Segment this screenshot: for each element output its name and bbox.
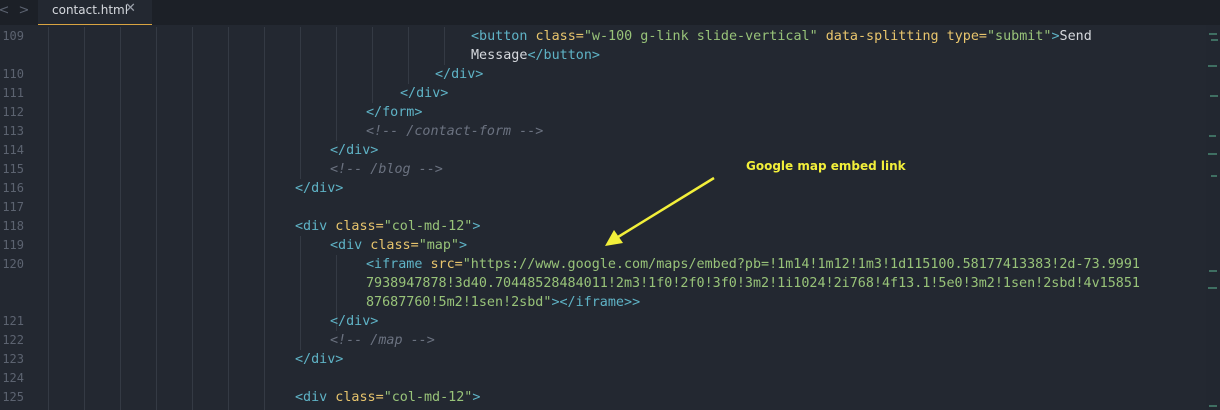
- close-icon[interactable]: ✕: [125, 1, 136, 16]
- code-line-115: <!-- /blog -->: [330, 162, 443, 177]
- code-line-116: </div>: [295, 181, 344, 196]
- line-number: 116: [2, 181, 24, 195]
- line-number: 115: [2, 162, 24, 176]
- code-line-120-wrap: 7938947878!3d40.70448528484011!2m3!1f0!2…: [366, 276, 1140, 291]
- code-line-111: </div>: [400, 86, 449, 101]
- code-token: <div: [295, 219, 328, 234]
- code-line-125: <div class="col-md-12">: [295, 388, 480, 407]
- line-number: 123: [2, 352, 24, 366]
- minimap-mark: [1209, 405, 1217, 407]
- code-token: >: [551, 295, 560, 310]
- indent-guide: [228, 27, 229, 410]
- minimap-mark: [1208, 287, 1217, 289]
- line-number: 113: [2, 124, 24, 138]
- code-token: >: [472, 219, 481, 234]
- line-number: 114: [2, 143, 24, 157]
- code-token: <iframe: [366, 257, 423, 272]
- minimap[interactable]: [1206, 25, 1220, 410]
- minimap-mark: [1211, 175, 1217, 177]
- tab-contact-html[interactable]: contact.html ✕: [38, 0, 152, 25]
- indent-guide: [336, 27, 337, 141]
- code-token: "submit": [986, 29, 1052, 44]
- code-line-118: <div class="col-md-12">: [295, 217, 480, 236]
- line-number: 111: [2, 86, 24, 100]
- minimap-mark: [1209, 33, 1217, 35]
- indent-guide: [372, 27, 373, 103]
- indent-guide: [120, 27, 121, 410]
- code-token: class=: [327, 219, 384, 234]
- code-token: >: [632, 295, 641, 310]
- code-token: "map": [418, 238, 459, 253]
- code-token: class=: [327, 390, 384, 405]
- code-token: >: [472, 390, 481, 405]
- code-token: </button>: [527, 48, 600, 63]
- line-number: 118: [2, 219, 24, 233]
- code-line-114: </div>: [330, 143, 379, 158]
- indent-guide: [300, 27, 301, 179]
- line-number: 121: [2, 314, 24, 328]
- annotation-label: Google map embed link: [746, 159, 906, 173]
- code-token: 87687760!5m2!1sen!2sbd": [366, 295, 552, 310]
- code-line-121: </div>: [330, 314, 379, 329]
- annotation-arrow-icon: [605, 176, 715, 246]
- code-token: </iframe>: [559, 295, 633, 310]
- code-token: "col-md-12": [383, 390, 473, 405]
- nav-forward-icon[interactable]: >: [16, 2, 32, 20]
- code-token: >: [459, 238, 468, 253]
- minimap-mark: [1210, 95, 1218, 97]
- minimap-mark: [1208, 65, 1217, 67]
- line-number: 122: [2, 333, 24, 347]
- line-number: 110: [2, 67, 24, 81]
- code-token: class=: [362, 238, 419, 253]
- indent-guide: [156, 27, 157, 410]
- code-token: "col-md-12": [383, 219, 473, 234]
- code-token: <div: [330, 238, 363, 253]
- code-line-113: <!-- /contact-form -->: [366, 124, 544, 139]
- code-line-112: </form>: [366, 105, 423, 120]
- indent-guide: [444, 27, 445, 65]
- line-number: 124: [2, 371, 24, 385]
- annotation-arrow-head: [605, 230, 623, 246]
- code-token: src=: [422, 257, 463, 272]
- line-number: 120: [2, 257, 24, 271]
- code-line-110: </div>: [435, 67, 484, 82]
- code-line-119: <div class="map">: [330, 236, 467, 255]
- code-line-122: <!-- /map -->: [330, 333, 435, 348]
- indent-guide: [300, 236, 301, 350]
- code-line-120-wrap: 87687760!5m2!1sen!2sbd"></iframe>>: [366, 293, 640, 312]
- line-number: 117: [2, 200, 24, 214]
- code-token: "w-100 g-link slide-vertical": [583, 29, 818, 44]
- minimap-mark: [1209, 135, 1216, 137]
- line-number: 109: [2, 29, 24, 43]
- line-number: 125: [2, 390, 24, 404]
- code-token: class=: [527, 29, 584, 44]
- indent-guide: [264, 27, 265, 410]
- code-token: Message: [471, 48, 528, 63]
- code-token: <button: [471, 29, 528, 44]
- code-token: data-splitting: [817, 29, 939, 44]
- code-line-120: <iframe src="https://www.google.com/maps…: [366, 255, 1140, 274]
- line-number: 112: [2, 105, 24, 119]
- indent-guide: [84, 27, 85, 410]
- code-token: >: [1051, 29, 1060, 44]
- code-token: Send: [1059, 29, 1092, 44]
- minimap-mark: [1209, 270, 1217, 272]
- minimap-mark: [1211, 39, 1218, 41]
- indent-guide: [192, 27, 193, 410]
- indent-guide: [408, 27, 409, 84]
- code-token: type=: [938, 29, 987, 44]
- annotation-arrow-shaft: [617, 176, 715, 239]
- code-line-123: </div>: [295, 352, 344, 367]
- code-token: <div: [295, 390, 328, 405]
- code-token: "https://www.google.com/maps/embed?pb=!1…: [462, 257, 1140, 272]
- line-number: 119: [2, 238, 24, 252]
- tab-bar: < > contact.html ✕: [0, 0, 1220, 25]
- nav-back-icon[interactable]: <: [0, 2, 12, 20]
- indent-guide: [48, 27, 49, 410]
- code-line-109-wrap: Message</button>: [471, 46, 600, 65]
- code-line-109: <button class="w-100 g-link slide-vertic…: [471, 27, 1092, 46]
- minimap-mark: [1208, 153, 1217, 155]
- tab-label: contact.html: [52, 3, 129, 17]
